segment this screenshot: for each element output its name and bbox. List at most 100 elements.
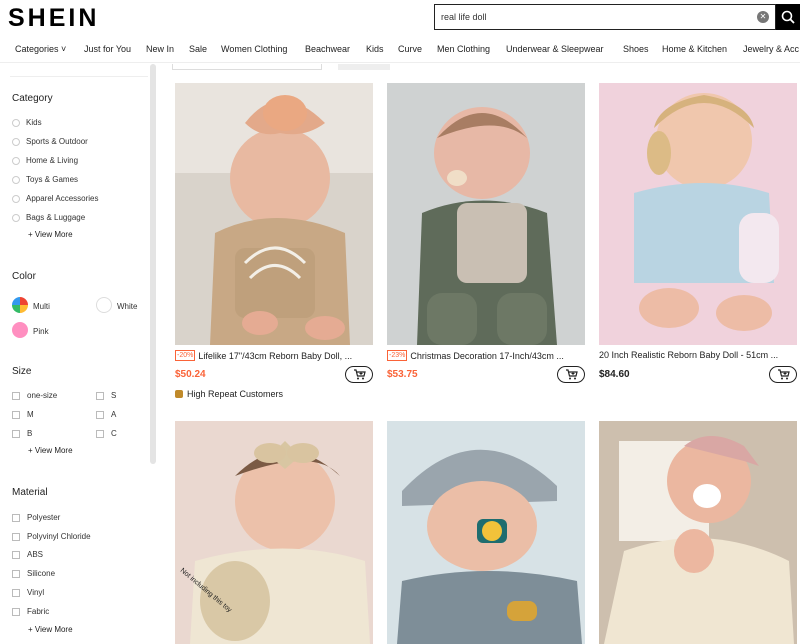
nav-men-clothing[interactable]: Men Clothing (437, 44, 490, 54)
product-image[interactable] (599, 83, 797, 345)
sidebar-divider (10, 76, 148, 77)
option-label: ABS (27, 550, 44, 559)
nav-new-in[interactable]: New In (146, 44, 174, 54)
color-label: Multi (33, 302, 50, 311)
option-label: S (111, 391, 117, 400)
nav-shoes[interactable]: Shoes (623, 44, 649, 54)
nav-jewelry[interactable]: Jewelry & Acc (743, 44, 799, 54)
product-card[interactable] (387, 421, 585, 644)
sidebar-scrollbar[interactable] (150, 64, 156, 464)
cart-icon (354, 369, 366, 380)
product-title[interactable]: -23% Christmas Decoration 17-Inch/43cm ..… (387, 350, 585, 361)
category-option[interactable]: Home & Living (12, 156, 78, 165)
option-label: Vinyl (27, 588, 45, 597)
option-label: Toys & Games (26, 175, 79, 184)
option-label: one-size (27, 391, 58, 400)
add-to-cart-button[interactable] (769, 366, 797, 383)
product-image[interactable]: Not including this toy (175, 421, 373, 644)
material-option[interactable]: Fabric (12, 607, 49, 616)
clear-icon[interactable]: ✕ (757, 11, 769, 23)
search-button[interactable] (776, 4, 800, 30)
material-option[interactable]: Vinyl (12, 588, 44, 597)
material-option[interactable]: Polyvinyl Chloride (12, 532, 91, 541)
checkbox (12, 513, 20, 522)
product-card[interactable]: Not including this toy (175, 421, 373, 644)
discount-badge: -20% (175, 350, 196, 361)
category-option[interactable]: Toys & Games (12, 175, 78, 184)
filter-chip[interactable] (338, 64, 390, 70)
nav-kids[interactable]: Kids (366, 44, 384, 54)
size-view-more[interactable]: + View More (28, 446, 73, 455)
checkbox (12, 532, 20, 541)
radio-icon (12, 175, 20, 184)
color-title: Color (12, 271, 36, 282)
checkbox (12, 607, 20, 616)
size-option[interactable]: one-size (12, 391, 57, 400)
sort-dropdown[interactable] (172, 64, 322, 70)
color-swatch-multi[interactable] (12, 297, 28, 313)
chevron-down-icon: ˅ (58, 44, 67, 54)
nav-home-kitchen[interactable]: Home & Kitchen (662, 44, 727, 54)
product-card[interactable] (599, 421, 797, 644)
option-label: C (111, 429, 117, 438)
checkbox (96, 429, 104, 438)
product-image[interactable] (387, 421, 585, 644)
search-box[interactable]: ✕ (434, 4, 776, 30)
nav-label: Categories (15, 44, 59, 54)
add-to-cart-button[interactable] (557, 366, 585, 383)
material-option[interactable]: Polyester (12, 513, 60, 522)
category-option[interactable]: Bags & Luggage (12, 213, 85, 222)
option-label: Fabric (27, 607, 50, 616)
category-option[interactable]: Sports & Outdoor (12, 137, 88, 146)
option-label: Bags & Luggage (26, 213, 86, 222)
size-option[interactable]: M (12, 410, 34, 419)
option-label: B (27, 429, 33, 438)
option-label: A (111, 410, 117, 419)
option-label: Polyester (27, 513, 61, 522)
nav-sale[interactable]: Sale (189, 44, 207, 54)
product-image[interactable] (599, 421, 797, 644)
nav-categories[interactable]: Categories ˅ (15, 44, 66, 54)
nav-underwear-sleepwear[interactable]: Underwear & Sleepwear (506, 44, 604, 54)
product-title-text: Christmas Decoration 17-Inch/43cm ... (410, 350, 564, 361)
material-view-more[interactable]: + View More (28, 625, 73, 634)
product-price: $50.24 (175, 369, 206, 380)
category-option[interactable]: Apparel Accessories (12, 194, 98, 203)
size-title: Size (12, 366, 32, 377)
color-swatch-pink[interactable] (12, 322, 28, 338)
product-card[interactable]: 20 Inch Realistic Reborn Baby Doll - 51c… (599, 83, 797, 383)
category-option[interactable]: Kids (12, 118, 42, 127)
add-to-cart-button[interactable] (345, 366, 373, 383)
product-image[interactable] (387, 83, 585, 345)
search-icon (781, 10, 795, 24)
product-image[interactable] (175, 83, 373, 345)
nav-divider (0, 62, 800, 63)
size-option[interactable]: B (12, 429, 32, 438)
shein-logo[interactable]: SHEIN (8, 4, 99, 33)
checkbox (12, 588, 20, 597)
radio-icon (12, 118, 20, 127)
product-title[interactable]: 20 Inch Realistic Reborn Baby Doll - 51c… (599, 350, 797, 360)
nav-curve[interactable]: Curve (398, 44, 422, 54)
product-card[interactable]: -20% Lifelike 17"/43cm Reborn Baby Doll, … (175, 83, 373, 403)
nav-just-for-you[interactable]: Just for You (84, 44, 131, 54)
radio-icon (12, 194, 20, 203)
badge-icon (175, 390, 183, 398)
nav-women-clothing[interactable]: Women Clothing (221, 44, 287, 54)
size-option[interactable]: A (96, 410, 116, 419)
color-swatch-white[interactable] (96, 297, 112, 313)
product-title[interactable]: -20% Lifelike 17"/43cm Reborn Baby Doll, … (175, 350, 373, 361)
product-card[interactable]: -23% Christmas Decoration 17-Inch/43cm ..… (387, 83, 585, 383)
size-option[interactable]: C (96, 429, 117, 438)
checkbox (12, 410, 20, 419)
category-view-more[interactable]: + View More (28, 230, 73, 239)
color-label: White (117, 302, 138, 311)
material-option[interactable]: Silicone (12, 569, 55, 578)
search-input[interactable] (441, 8, 741, 26)
option-label: M (27, 410, 34, 419)
size-option[interactable]: S (96, 391, 116, 400)
material-option[interactable]: ABS (12, 550, 43, 559)
nav-beachwear[interactable]: Beachwear (305, 44, 350, 54)
option-label: Home & Living (26, 156, 79, 165)
radio-icon (12, 137, 20, 146)
